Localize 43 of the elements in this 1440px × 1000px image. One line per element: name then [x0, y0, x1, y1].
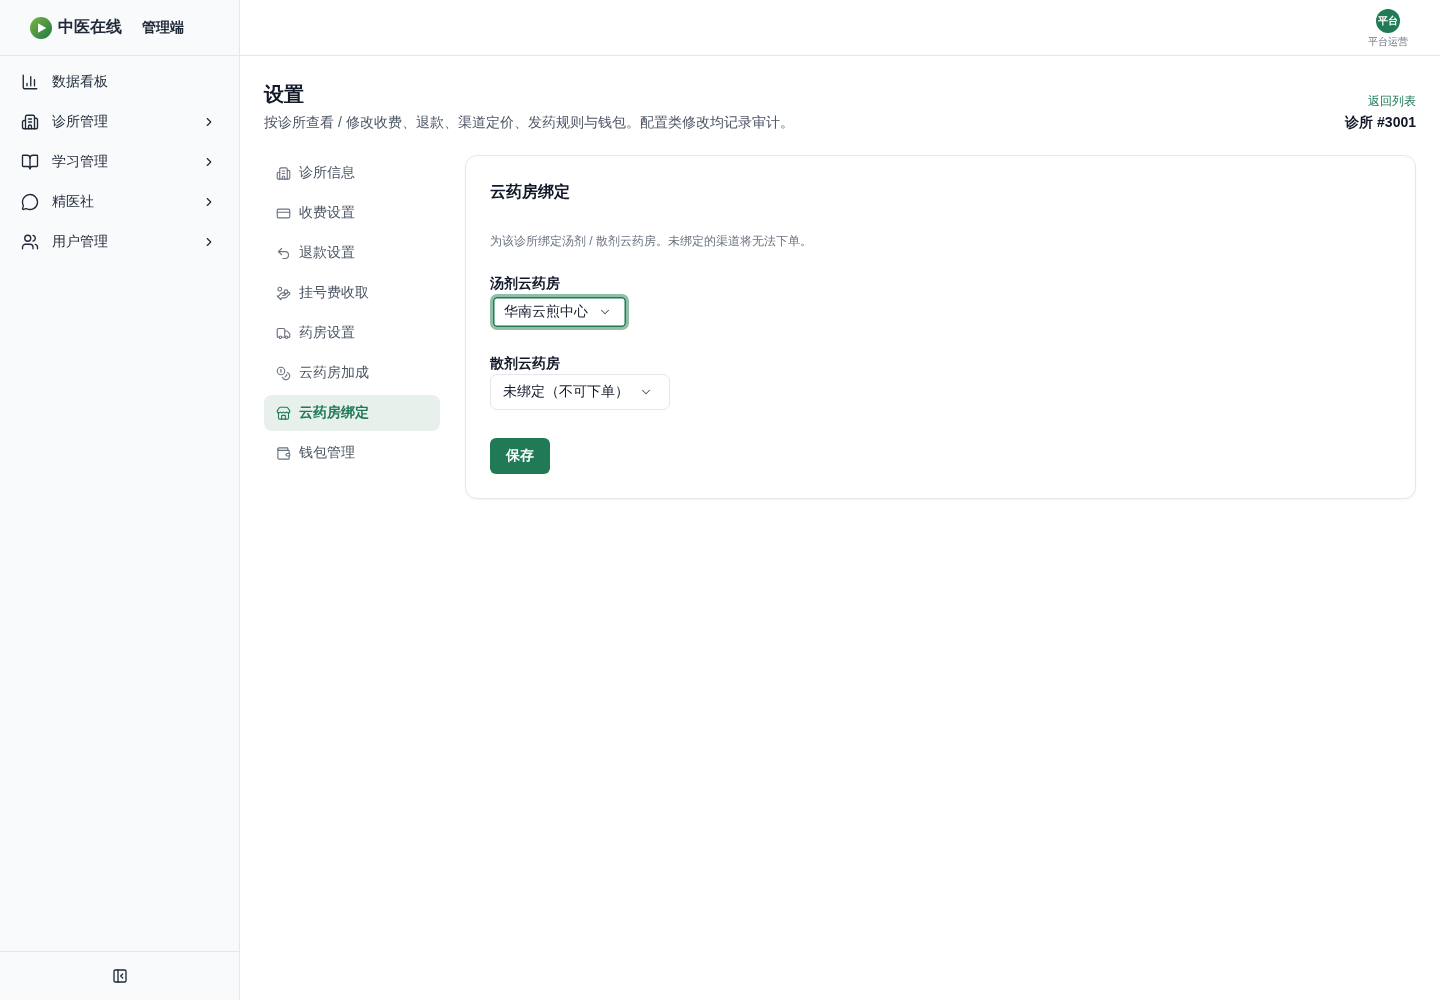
brand-name: 中医在线 [58, 17, 122, 37]
sidebar-nav-item[interactable]: 数据看板 [0, 62, 239, 102]
settings-nav-item[interactable]: 云药房加成 [264, 355, 440, 391]
building-icon [276, 165, 291, 181]
wallet-icon [276, 445, 291, 461]
settings-nav-item[interactable]: 云药房绑定 [264, 395, 440, 431]
card-description: 为该诊所绑定汤剂 / 散剂云药房。未绑定的渠道将无法下单。 [490, 233, 813, 249]
settings-nav-item[interactable]: 退款设置 [264, 235, 440, 271]
page-subtitle: 按诊所查看 / 修改收费、退款、渠道定价、发药规则与钱包。配置类修改均记录审计。 [264, 113, 794, 132]
sidebar-collapse-icon[interactable] [111, 968, 128, 984]
field-label: 汤剂云药房 [490, 274, 560, 293]
logo-icon [30, 16, 52, 39]
settings-nav-item[interactable]: 诊所信息 [264, 155, 440, 191]
sidebar-nav-item[interactable]: 精医社 [0, 182, 239, 222]
settings-nav-item[interactable]: 挂号费收取 [264, 275, 440, 311]
chart-icon [21, 73, 39, 91]
sidebar-nav-item[interactable]: 用户管理 [0, 222, 239, 262]
hand-coins-icon [276, 285, 291, 301]
save-button[interactable]: 保存 [490, 438, 550, 474]
user-role: 平台运营 [1368, 34, 1408, 49]
open-book-icon [21, 153, 39, 171]
clinic-id: 诊所 #3001 [1345, 113, 1416, 132]
building-icon [21, 113, 39, 131]
sidebar-nav-item[interactable]: 学习管理 [0, 142, 239, 182]
pharmacy-select[interactable]: 华南云煎中心 [490, 294, 629, 330]
pharmacy-select[interactable]: 未绑定（不可下单） [490, 374, 670, 410]
user-avatar[interactable]: 平台 [1376, 8, 1400, 33]
settings-nav-item[interactable]: 药房设置 [264, 315, 440, 351]
field-label: 散剂云药房 [490, 354, 560, 373]
store-icon [276, 405, 291, 421]
users-icon [21, 233, 39, 251]
coins-icon [276, 365, 291, 381]
undo-arrow-icon [276, 245, 291, 261]
settings-nav-item[interactable]: 收费设置 [264, 195, 440, 231]
brand-subtitle: 管理端 [142, 18, 184, 37]
card-title: 云药房绑定 [490, 182, 571, 202]
page-title: 设置 [264, 82, 305, 107]
credit-card-icon [276, 205, 291, 221]
truck-icon [276, 325, 291, 341]
sidebar-nav-item[interactable]: 诊所管理 [0, 102, 239, 142]
back-link[interactable]: 返回列表 [1368, 93, 1416, 109]
chat-bubble-icon [21, 193, 39, 211]
settings-nav-item[interactable]: 钱包管理 [264, 435, 440, 471]
